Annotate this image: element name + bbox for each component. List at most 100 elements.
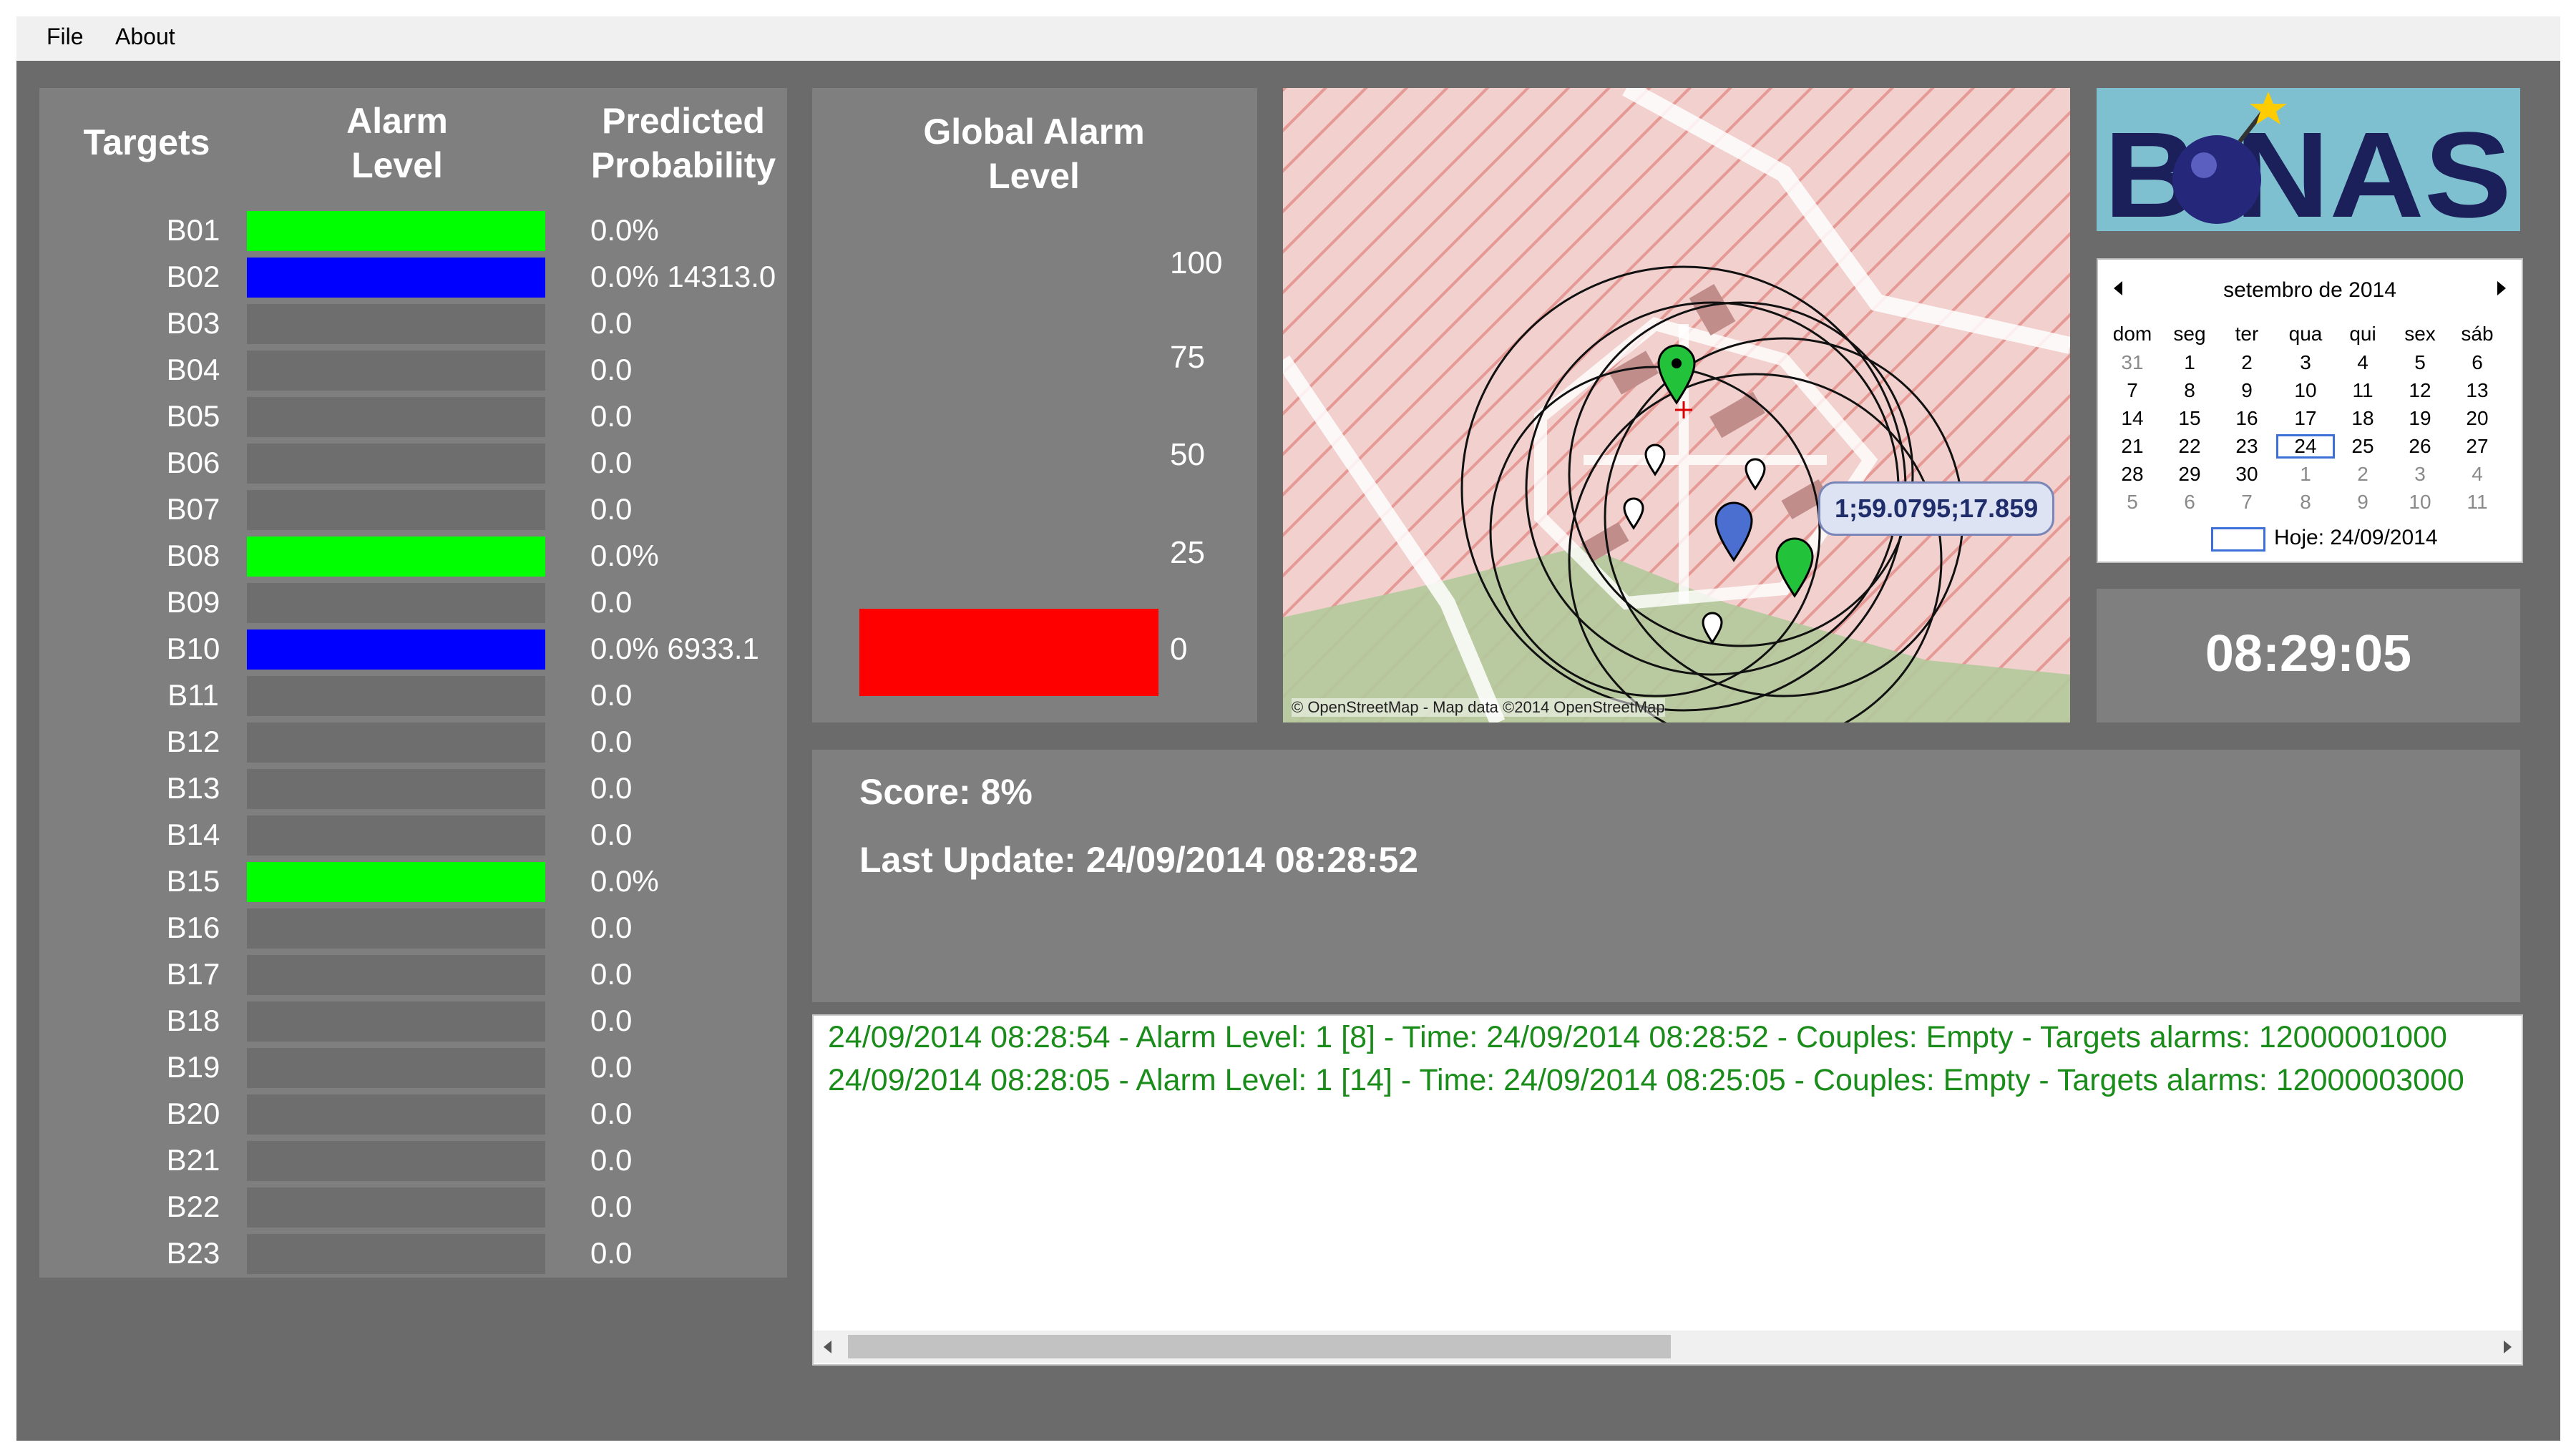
coordinate-tooltip: 1;59.0795;17.859 (1818, 481, 2055, 536)
predicted-probability-value: 0.0 (590, 911, 633, 944)
calendar-day[interactable]: 9 (2334, 491, 2391, 514)
calendar-day[interactable]: 23 (2218, 435, 2275, 458)
calendar-day[interactable]: 2 (2334, 463, 2391, 486)
target-row: B05 0.0 (39, 396, 787, 437)
target-row: B13 0.0 (39, 768, 787, 809)
alarm-level-bar (247, 583, 545, 623)
target-row: B19 0.0 (39, 1047, 787, 1088)
target-row: B09 0.0 (39, 582, 787, 623)
calendar-day[interactable]: 3 (2277, 351, 2334, 374)
scroll-thumb[interactable] (848, 1335, 1671, 1358)
target-label: B16 (166, 911, 220, 944)
calendar-day[interactable]: 4 (2334, 351, 2391, 374)
target-row: B14 0.0 (39, 814, 787, 856)
target-label: B14 (166, 818, 220, 851)
calendar-day[interactable]: 3 (2391, 463, 2449, 486)
horizontal-scrollbar[interactable] (814, 1331, 2522, 1363)
calendar-day[interactable]: 7 (2104, 379, 2161, 402)
predicted-probability-value: 0.0% (590, 864, 659, 898)
target-label: B05 (166, 399, 220, 433)
calendar-day[interactable]: 9 (2218, 379, 2275, 402)
map-view[interactable]: 1;59.0795;17.859 © OpenStreetMap - Map d… (1283, 88, 2070, 722)
calendar-day[interactable]: 18 (2334, 407, 2391, 430)
calendar-day[interactable]: 1 (2161, 351, 2218, 374)
calendar-day[interactable]: 24 (2276, 434, 2335, 459)
calendar-day[interactable]: 28 (2104, 463, 2161, 486)
calendar-day[interactable]: 5 (2104, 491, 2161, 514)
calendar-day[interactable]: 15 (2161, 407, 2218, 430)
scroll-right-arrow[interactable] (2504, 1341, 2512, 1353)
calendar-day[interactable]: 10 (2391, 491, 2449, 514)
calendar-day[interactable]: 7 (2218, 491, 2275, 514)
predicted-probability-value: 0.0 (590, 957, 633, 991)
calendar-day[interactable]: 6 (2449, 351, 2506, 374)
menu-file[interactable]: File (47, 24, 84, 50)
target-row: B12 0.0 (39, 721, 787, 763)
calendar-day[interactable]: 25 (2334, 435, 2391, 458)
log-panel[interactable]: 24/09/2014 08:28:54 - Alarm Level: 1 [8]… (812, 1014, 2523, 1366)
predicted-probability-value: 0.0 (590, 306, 633, 340)
axis-tick-label: 75 (1170, 340, 1205, 375)
calendar-day[interactable]: 13 (2449, 379, 2506, 402)
predicted-probability-value: 0.0% (590, 539, 659, 572)
alarm-level-bar (247, 1234, 545, 1274)
calendar-day[interactable]: 8 (2277, 491, 2334, 514)
calendar-day[interactable]: 12 (2391, 379, 2449, 402)
calendar-day[interactable]: 21 (2104, 435, 2161, 458)
calendar-weekday: sáb (2461, 323, 2494, 345)
target-row: B21 0.0 (39, 1140, 787, 1181)
calendar-day[interactable]: 8 (2161, 379, 2218, 402)
calendar-day[interactable]: 5 (2391, 351, 2449, 374)
alarm-level-bar (247, 397, 545, 437)
predicted-probability-value: 0.0 (590, 1143, 633, 1177)
target-row: B01 0.0% (39, 210, 787, 251)
targets-header: Targets (83, 122, 210, 162)
calendar[interactable]: setembro de 2014 dom seg ter qua qui sex sáb 31… (2097, 258, 2523, 563)
alarm-level-bar (247, 629, 545, 670)
predicted-probability-value: 0.0 (590, 492, 633, 526)
target-row: B08 0.0% (39, 535, 787, 577)
alarm-level-bar (247, 1141, 545, 1181)
predicted-probability-value: 0.0 (590, 585, 633, 619)
target-label: B02 (166, 260, 220, 293)
calendar-today-label[interactable]: Hoje: 24/09/2014 (2274, 526, 2438, 550)
calendar-day[interactable]: 11 (2334, 379, 2391, 402)
calendar-day[interactable]: 20 (2449, 407, 2506, 430)
calendar-day[interactable]: 10 (2277, 379, 2334, 402)
calendar-day[interactable]: 16 (2218, 407, 2275, 430)
calendar-day[interactable]: 2 (2218, 351, 2275, 374)
calendar-day[interactable]: 6 (2161, 491, 2218, 514)
calendar-weekday: ter (2235, 323, 2259, 345)
calendar-day[interactable]: 30 (2218, 463, 2275, 486)
scroll-left-arrow[interactable] (824, 1341, 831, 1353)
calendar-day[interactable]: 11 (2449, 491, 2506, 514)
bonas-logo: B NAS (2097, 88, 2520, 231)
target-row: B16 0.0 (39, 907, 787, 949)
predicted-probability-value: 0.0 (590, 1004, 633, 1037)
logo-graphic: B NAS (2104, 92, 2512, 231)
calendar-day[interactable]: 1 (2277, 463, 2334, 486)
calendar-day[interactable]: 29 (2161, 463, 2218, 486)
targets-panel: Targets Alarm Level Predicted Probabilit… (39, 88, 787, 1278)
alarm-level-bar (247, 769, 545, 809)
calendar-day[interactable]: 26 (2391, 435, 2449, 458)
calendar-day[interactable]: 27 (2449, 435, 2506, 458)
alarm-level-bar (247, 490, 545, 530)
score-text: Score: 8% (859, 772, 1033, 812)
predicted-probability-value: 0.0 (590, 353, 633, 386)
calendar-day[interactable]: 31 (2104, 351, 2161, 374)
menu-about[interactable]: About (115, 24, 175, 50)
target-label: B09 (166, 585, 220, 619)
calendar-day[interactable]: 22 (2161, 435, 2218, 458)
target-label: B06 (166, 446, 220, 479)
calendar-day[interactable]: 14 (2104, 407, 2161, 430)
target-label: B10 (166, 632, 220, 665)
target-label: B12 (166, 725, 220, 758)
calendar-day[interactable]: 4 (2449, 463, 2506, 486)
calendar-next-button[interactable] (2497, 281, 2506, 295)
calendar-day[interactable]: 17 (2277, 407, 2334, 430)
calendar-day[interactable]: 19 (2391, 407, 2449, 430)
predicted-probability-value: 0.0 (590, 771, 633, 805)
target-row: B07 0.0 (39, 489, 787, 530)
alarm-level-bar (247, 1187, 545, 1228)
